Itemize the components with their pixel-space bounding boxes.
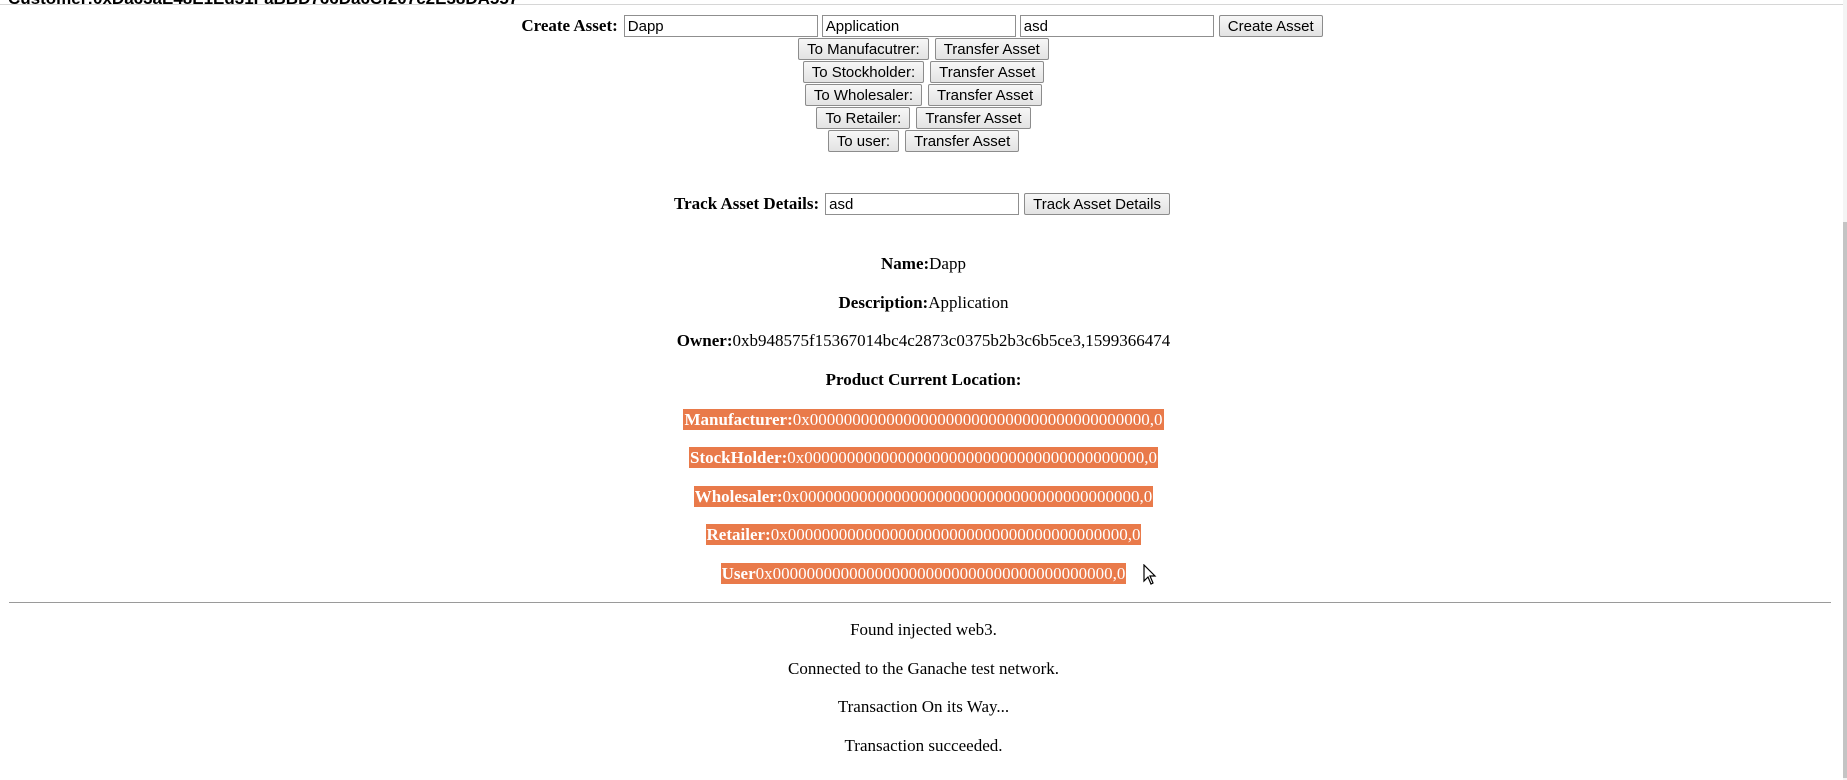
status-line: Transaction succeeded. bbox=[0, 736, 1847, 756]
location-user: User0x0000000000000000000000000000000000… bbox=[720, 563, 1127, 584]
location-wholesaler: Wholesaler:0x000000000000000000000000000… bbox=[693, 486, 1154, 507]
location-manufacturer-value: 0x00000000000000000000000000000000000000… bbox=[792, 410, 1163, 429]
transfer-to-retailer-button[interactable]: Transfer Asset bbox=[916, 107, 1031, 129]
transfer-to-manufacturer-button[interactable]: Transfer Asset bbox=[934, 38, 1049, 60]
track-asset-label: Track Asset Details: bbox=[674, 194, 820, 213]
location-wholesaler-line: Wholesaler:0x000000000000000000000000000… bbox=[0, 486, 1847, 507]
location-stockholder-value: 0x00000000000000000000000000000000000000… bbox=[787, 448, 1158, 467]
asset-id-input[interactable] bbox=[1019, 15, 1214, 37]
transfer-row-wholesaler: To Wholesaler: Transfer Asset bbox=[0, 84, 1847, 106]
location-wholesaler-value: 0x00000000000000000000000000000000000000… bbox=[782, 487, 1153, 506]
description-value: Application bbox=[928, 293, 1009, 312]
to-wholesaler-button[interactable]: To Wholesaler: bbox=[804, 84, 923, 106]
transfer-to-wholesaler-button[interactable]: Transfer Asset bbox=[928, 84, 1043, 106]
location-retailer: Retailer:0x00000000000000000000000000000… bbox=[705, 524, 1142, 545]
location-manufacturer-label: Manufacturer: bbox=[684, 410, 793, 429]
status-line: Transaction On its Way... bbox=[0, 697, 1847, 717]
top-divider bbox=[0, 4, 1847, 5]
asset-description-input[interactable] bbox=[821, 15, 1016, 37]
transfer-row-user: To user: Transfer Asset bbox=[0, 130, 1847, 152]
track-asset-row: Track Asset Details: Track Asset Details bbox=[0, 193, 1847, 215]
transfer-to-stockholder-button[interactable]: Transfer Asset bbox=[930, 61, 1045, 83]
location-user-label: User bbox=[721, 564, 756, 583]
location-retailer-value: 0x00000000000000000000000000000000000000… bbox=[770, 525, 1141, 544]
status-message: Transaction succeeded. bbox=[844, 736, 1003, 755]
asset-description-line: Description:Application bbox=[0, 293, 1847, 313]
location-user-value: 0x00000000000000000000000000000000000000… bbox=[755, 564, 1126, 583]
transfer-row-retailer: To Retailer: Transfer Asset bbox=[0, 107, 1847, 129]
transfer-row-stockholder: To Stockholder: Transfer Asset bbox=[0, 61, 1847, 83]
track-asset-details-button[interactable]: Track Asset Details bbox=[1024, 193, 1170, 215]
create-asset-row: Create Asset: Create Asset bbox=[0, 15, 1847, 37]
status-line: Connected to the Ganache test network. bbox=[0, 659, 1847, 679]
location-stockholder-label: StockHolder: bbox=[689, 448, 788, 467]
status-message: Connected to the Ganache test network. bbox=[788, 659, 1059, 678]
owner-label: Owner: bbox=[676, 331, 733, 350]
track-asset-input[interactable] bbox=[825, 193, 1020, 215]
location-wholesaler-label: Wholesaler: bbox=[694, 487, 783, 506]
mouse-cursor-icon bbox=[1143, 564, 1157, 585]
location-stockholder: StockHolder:0x00000000000000000000000000… bbox=[688, 447, 1159, 468]
to-stockholder-button[interactable]: To Stockholder: bbox=[802, 61, 925, 83]
status-message: Found injected web3. bbox=[850, 620, 997, 639]
description-label: Description: bbox=[838, 293, 929, 312]
asset-name-line: Name:Dapp bbox=[0, 254, 1847, 274]
to-user-button[interactable]: To user: bbox=[827, 130, 900, 152]
transfer-to-user-button[interactable]: Transfer Asset bbox=[905, 130, 1020, 152]
create-asset-button[interactable]: Create Asset bbox=[1218, 15, 1323, 37]
location-stockholder-line: StockHolder:0x00000000000000000000000000… bbox=[0, 447, 1847, 468]
transfer-row-manufacturer: To Manufacutrer: Transfer Asset bbox=[0, 38, 1847, 60]
create-asset-label: Create Asset: bbox=[521, 16, 618, 35]
location-user-line: User0x0000000000000000000000000000000000… bbox=[0, 563, 1847, 584]
location-retailer-label: Retailer: bbox=[706, 525, 771, 544]
asset-owner-line: Owner:0xb948575f15367014bc4c2873c0375b2b… bbox=[0, 331, 1847, 351]
location-retailer-line: Retailer:0x00000000000000000000000000000… bbox=[0, 524, 1847, 545]
owner-value: 0xb948575f15367014bc4c2873c0375b2b3c6b5c… bbox=[732, 331, 1171, 350]
name-value: Dapp bbox=[929, 254, 966, 273]
to-manufacturer-button[interactable]: To Manufacutrer: bbox=[798, 38, 929, 60]
scrollbar-thumb[interactable] bbox=[1843, 222, 1847, 778]
location-heading-line: Product Current Location: bbox=[0, 370, 1847, 390]
section-divider bbox=[9, 602, 1831, 603]
status-line: Found injected web3. bbox=[0, 620, 1847, 640]
location-manufacturer-line: Manufacturer:0x0000000000000000000000000… bbox=[0, 409, 1847, 430]
asset-name-input[interactable] bbox=[623, 15, 818, 37]
location-manufacturer: Manufacturer:0x0000000000000000000000000… bbox=[683, 409, 1164, 430]
product-location-heading: Product Current Location: bbox=[825, 370, 1022, 389]
name-label: Name: bbox=[881, 254, 930, 273]
to-retailer-button[interactable]: To Retailer: bbox=[816, 107, 911, 129]
status-message: Transaction On its Way... bbox=[837, 697, 1010, 716]
